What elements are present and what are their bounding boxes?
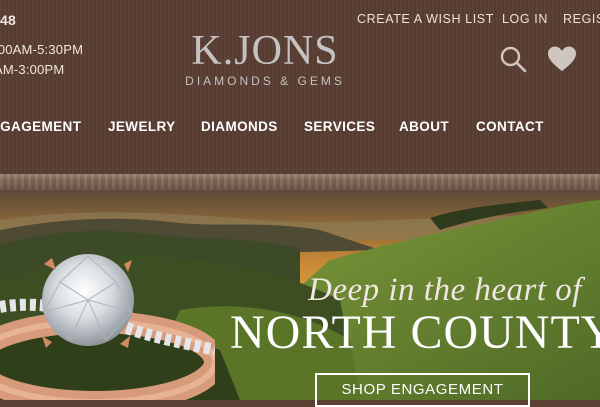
site-logo[interactable]: K.JONS DIAMONDS & GEMS xyxy=(170,30,360,88)
wood-divider xyxy=(0,174,600,190)
engagement-ring-image xyxy=(0,254,215,400)
shop-engagement-button[interactable]: SHOP ENGAGEMENT xyxy=(315,373,530,407)
nav-about[interactable]: ABOUT xyxy=(399,119,449,134)
heart-icon xyxy=(548,46,576,71)
wishlist-button[interactable] xyxy=(547,45,577,73)
nav-contact[interactable]: CONTACT xyxy=(476,119,544,134)
hero-headline: NORTH COUNTY xyxy=(230,306,600,359)
log-in-link[interactable]: LOG IN xyxy=(502,12,548,26)
main-navigation: NGAGEMENT JEWELRY DIAMONDS SERVICES ABOU… xyxy=(0,119,600,139)
nav-services[interactable]: SERVICES xyxy=(304,119,375,134)
logo-wordmark: K.JONS xyxy=(191,28,339,74)
hero-tagline: Deep in the heart of xyxy=(308,272,582,308)
create-wish-list-link[interactable]: CREATE A WISH LIST xyxy=(357,12,494,26)
register-link[interactable]: REGIS xyxy=(563,12,600,26)
nav-engagement[interactable]: NGAGEMENT xyxy=(0,119,81,134)
logo-tagline: DIAMONDS & GEMS xyxy=(185,74,345,88)
site-header: 48 :00AM-5:30PM AM-3:00PM CREATE A WISH … xyxy=(0,0,600,175)
search-button[interactable] xyxy=(499,45,527,73)
store-hours-weekend: AM-3:00PM xyxy=(0,62,65,77)
nav-diamonds[interactable]: DIAMONDS xyxy=(201,119,278,134)
phone-number[interactable]: 48 xyxy=(0,12,16,28)
nav-jewelry[interactable]: JEWELRY xyxy=(108,119,176,134)
search-icon xyxy=(500,46,527,73)
store-hours-weekday: :00AM-5:30PM xyxy=(0,42,84,57)
